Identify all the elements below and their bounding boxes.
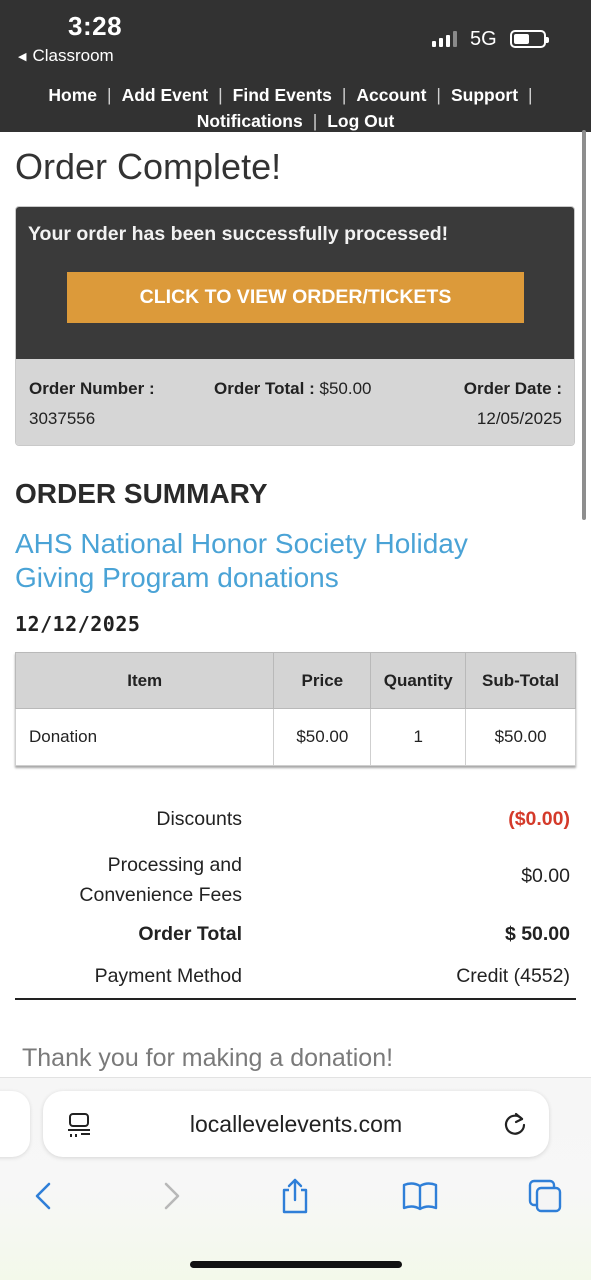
status-time: 3:28 bbox=[68, 11, 123, 41]
previous-tab-peek[interactable] bbox=[0, 1091, 30, 1157]
main-nav: Home | Add Event | Find Events | Account… bbox=[0, 82, 591, 134]
nav-separator: | bbox=[436, 85, 441, 105]
column-header-subtotal: Sub-Total bbox=[465, 652, 576, 709]
nav-support[interactable]: Support bbox=[451, 82, 518, 108]
order-number-value: 3037556 bbox=[29, 409, 96, 428]
share-icon[interactable] bbox=[275, 1176, 315, 1216]
nav-log-out[interactable]: Log Out bbox=[327, 108, 394, 134]
event-date: 12/12/2025 bbox=[15, 612, 141, 636]
fees-label-line2: Convenience Fees bbox=[79, 884, 242, 906]
success-message: Your order has been successfully process… bbox=[28, 223, 449, 245]
table-row: Donation $50.00 1 $50.00 bbox=[14, 708, 576, 766]
order-total-row-label: Order Total bbox=[138, 923, 242, 945]
bookmarks-icon[interactable] bbox=[400, 1176, 440, 1216]
order-items-table: Item Price Quantity Sub-Total Donation $… bbox=[14, 652, 576, 766]
back-icon[interactable] bbox=[23, 1176, 63, 1216]
order-info-bar: Order Number : 3037556 Order Total : $50… bbox=[16, 359, 574, 445]
cell-item: Donation bbox=[14, 708, 275, 766]
totals-divider bbox=[15, 998, 576, 1000]
nav-separator: | bbox=[528, 85, 533, 105]
home-indicator[interactable] bbox=[190, 1261, 402, 1268]
browser-chrome: locallevelevents.com bbox=[0, 1077, 591, 1280]
payment-method-value: Credit (4552) bbox=[456, 965, 570, 987]
nav-notifications[interactable]: Notifications bbox=[197, 108, 303, 134]
battery-icon bbox=[510, 30, 549, 48]
browser-toolbar bbox=[0, 1176, 591, 1216]
column-header-quantity: Quantity bbox=[370, 652, 467, 709]
discounts-label: Discounts bbox=[156, 808, 242, 830]
nav-home[interactable]: Home bbox=[48, 82, 97, 108]
nav-account[interactable]: Account bbox=[356, 82, 426, 108]
nav-separator: | bbox=[107, 85, 112, 105]
table-header-row: Item Price Quantity Sub-Total bbox=[14, 652, 576, 709]
tabs-icon[interactable] bbox=[525, 1176, 565, 1216]
order-number-label: Order Number : bbox=[29, 379, 155, 398]
reload-icon[interactable] bbox=[501, 1110, 529, 1138]
event-title-link[interactable]: AHS National Honor Society Holiday Givin… bbox=[15, 527, 535, 595]
cell-price: $50.00 bbox=[273, 708, 372, 766]
back-app-label: Classroom bbox=[32, 46, 114, 65]
fees-label-line1: Processing and bbox=[107, 854, 242, 876]
fees-value: $0.00 bbox=[521, 865, 570, 887]
page-title: Order Complete! bbox=[15, 146, 282, 187]
nav-separator: | bbox=[312, 111, 318, 131]
back-triangle-icon: ◀ bbox=[18, 50, 27, 63]
order-total-label: Order Total : bbox=[214, 379, 315, 398]
signal-icon bbox=[432, 31, 457, 47]
cell-quantity: 1 bbox=[370, 708, 467, 766]
nav-separator: | bbox=[341, 85, 347, 105]
nav-separator: | bbox=[218, 85, 223, 105]
forward-icon[interactable] bbox=[152, 1176, 192, 1216]
order-total-row-value: $ 50.00 bbox=[504, 923, 570, 945]
address-bar[interactable]: locallevelevents.com bbox=[43, 1091, 549, 1157]
view-order-tickets-button[interactable]: CLICK TO VIEW ORDER/TICKETS bbox=[67, 272, 524, 323]
thank-you-message: Thank you for making a donation! bbox=[22, 1044, 394, 1072]
nav-find-events[interactable]: Find Events bbox=[233, 82, 332, 108]
nav-add-event[interactable]: Add Event bbox=[122, 82, 209, 108]
url-text[interactable]: locallevelevents.com bbox=[43, 1111, 549, 1138]
order-total-value: $50.00 bbox=[319, 379, 372, 398]
order-date-value: 12/05/2025 bbox=[476, 409, 562, 428]
top-header: 3:28 ◀ Classroom 5G Home | Add Event | F… bbox=[0, 0, 591, 132]
cell-subtotal: $50.00 bbox=[465, 708, 576, 766]
network-type: 5G bbox=[470, 28, 497, 50]
order-date-label: Order Date : bbox=[463, 379, 562, 398]
column-header-price: Price bbox=[273, 652, 372, 709]
order-success-panel: Your order has been successfully process… bbox=[15, 206, 575, 446]
discounts-value: ($0.00) bbox=[508, 808, 570, 830]
order-summary-heading: ORDER SUMMARY bbox=[15, 478, 268, 509]
payment-method-label: Payment Method bbox=[94, 965, 242, 987]
column-header-item: Item bbox=[14, 652, 275, 709]
order-total-summary: Order Total : $50.00 bbox=[214, 379, 371, 399]
back-to-app-link[interactable]: ◀ Classroom bbox=[18, 46, 114, 66]
page-scrollbar[interactable] bbox=[582, 130, 586, 520]
